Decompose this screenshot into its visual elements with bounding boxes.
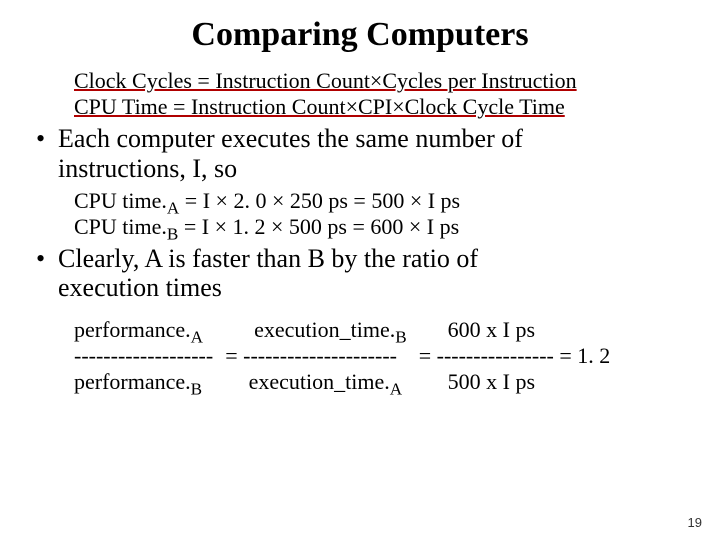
slide: Comparing Computers Clock Cycles = Instr… <box>0 0 720 540</box>
exec-fraction: = execution_time.B = -------------------… <box>225 317 407 395</box>
value-fraction: = 600 x I ps = ---------------- = 1. 2 =… <box>419 317 611 395</box>
exec-a: = execution_time.A <box>225 369 402 395</box>
exec-a-label: execution_time. <box>249 369 390 394</box>
bullet-same-instructions: •Each computer executes the same number … <box>36 124 690 184</box>
page-number: 19 <box>688 515 702 530</box>
eq2: = <box>419 343 437 368</box>
eq1: = <box>225 343 243 368</box>
cpu-a-prefix: CPU time. <box>74 188 167 213</box>
cpu-time-block: CPU time.A = I × 2. 0 × 250 ps = 500 × I… <box>74 188 690 240</box>
val-bot-row: = 500 x I ps <box>419 369 535 395</box>
perf-fraction: performance.A ------------------- perfor… <box>74 317 213 395</box>
bullet1-line1: Each computer executes the same number o… <box>58 124 523 153</box>
exec-b-label: execution_time. <box>254 317 395 342</box>
perf-b: performance.B <box>74 369 202 395</box>
slide-title: Comparing Computers <box>30 16 690 54</box>
val-eq-dash: = ---------------- = 1. 2 <box>419 343 611 369</box>
bullet2-line1: Clearly, A is faster than B by the ratio… <box>58 244 478 273</box>
bullet-a-faster: •Clearly, A is faster than B by the rati… <box>36 244 690 304</box>
cpu-time-a: CPU time.A = I × 2. 0 × 250 ps = 500 × I… <box>74 188 690 214</box>
perf-dash: ------------------- <box>74 343 213 369</box>
exec-a-sub: A <box>390 380 402 399</box>
formula-cpu-time: CPU Time = Instruction Count×CPI×Clock C… <box>74 94 690 120</box>
cpu-b-rest: = I × 1. 2 × 500 ps = 600 × I ps <box>178 214 459 239</box>
bullet-marker: • <box>36 124 58 154</box>
cpu-time-b: CPU time.B = I × 1. 2 × 500 ps = 600 × I… <box>74 214 690 240</box>
result: = 1. 2 <box>554 343 610 368</box>
val-bot: 500 x I ps <box>448 369 535 394</box>
exec-b: = execution_time.B <box>225 317 407 343</box>
bullet-indent <box>36 154 58 184</box>
spacer <box>30 307 690 317</box>
formula-clock-cycles: Clock Cycles = Instruction Count×Cycles … <box>74 68 690 94</box>
perf-b-sub: B <box>191 380 202 399</box>
ratio-expression: performance.A ------------------- perfor… <box>74 317 690 395</box>
bullet1-line2: instructions, I, so <box>58 154 237 183</box>
val-dash: ---------------- <box>437 343 554 368</box>
bullet-marker-2: • <box>36 244 58 274</box>
perf-a: performance.A <box>74 317 203 343</box>
cpu-b-sub: B <box>167 224 178 243</box>
bullet-indent-2 <box>36 273 58 303</box>
exec-dash: --------------------- <box>243 343 397 368</box>
bullet2-line2: execution times <box>58 273 222 302</box>
perf-b-label: performance. <box>74 369 191 394</box>
cpu-b-prefix: CPU time. <box>74 214 167 239</box>
perf-a-label: performance. <box>74 317 191 342</box>
val-top-row: = 600 x I ps <box>419 317 535 343</box>
exec-eq-dash: = --------------------- <box>225 343 397 369</box>
cpu-a-rest: = I × 2. 0 × 250 ps = 500 × I ps <box>179 188 460 213</box>
formula-block: Clock Cycles = Instruction Count×Cycles … <box>74 68 690 120</box>
val-top: 600 x I ps <box>448 317 535 342</box>
